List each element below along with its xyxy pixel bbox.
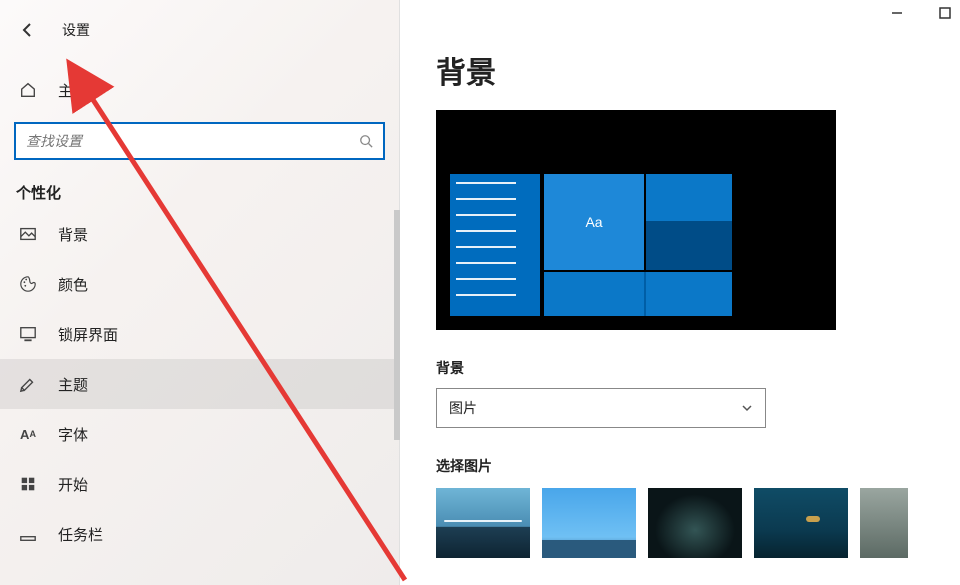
start-icon — [18, 474, 38, 494]
settings-window: 设置 主页 个性化 背景 颜色 — [0, 0, 960, 585]
dropdown-value: 图片 — [449, 398, 477, 418]
sidebar-item-themes[interactable]: 主题 — [0, 359, 399, 409]
sidebar-item-label: 主题 — [58, 374, 88, 395]
home-icon — [18, 80, 38, 100]
picture-thumbnails — [436, 488, 924, 558]
maximize-button[interactable] — [938, 6, 952, 20]
palette-icon — [18, 274, 38, 294]
preview-tile-sample: Aa — [544, 174, 644, 270]
preview-tile — [646, 174, 732, 270]
content-area: 背景 Aa 背景 图片 选择图片 — [400, 0, 960, 585]
sidebar-item-label: 颜色 — [58, 274, 88, 295]
minimize-icon — [890, 6, 904, 20]
sidebar-item-lockscreen[interactable]: 锁屏界面 — [0, 309, 399, 359]
minimize-button[interactable] — [890, 6, 904, 20]
arrow-left-icon — [20, 22, 36, 38]
choose-picture-label: 选择图片 — [436, 456, 924, 476]
desktop-preview: Aa — [436, 110, 836, 330]
font-icon: AA — [18, 424, 38, 444]
titlebar-controls — [890, 6, 952, 20]
picture-thumb[interactable] — [648, 488, 742, 558]
picture-thumb[interactable] — [754, 488, 848, 558]
image-icon — [18, 224, 38, 244]
sidebar-item-fonts[interactable]: AA 字体 — [0, 409, 399, 459]
background-label: 背景 — [436, 358, 924, 378]
picture-thumb[interactable] — [860, 488, 908, 558]
lockscreen-icon — [18, 324, 38, 344]
sidebar-item-start[interactable]: 开始 — [0, 459, 399, 509]
titlebar-left: 设置 — [0, 8, 399, 52]
sidebar-item-label: 开始 — [58, 474, 88, 495]
search-icon — [359, 134, 373, 148]
search-input[interactable] — [14, 122, 385, 160]
sidebar: 设置 主页 个性化 背景 颜色 — [0, 0, 400, 585]
sidebar-item-label: 背景 — [58, 224, 88, 245]
maximize-icon — [938, 6, 952, 20]
home-label: 主页 — [58, 80, 88, 101]
picture-thumb[interactable] — [436, 488, 530, 558]
search-field[interactable] — [26, 133, 359, 149]
page-title: 背景 — [436, 0, 924, 110]
sidebar-item-label: 字体 — [58, 424, 88, 445]
section-header: 个性化 — [0, 160, 399, 209]
background-type-dropdown[interactable]: 图片 — [436, 388, 766, 428]
sidebar-item-label: 锁屏界面 — [58, 324, 118, 345]
theme-icon — [18, 374, 38, 394]
preview-taskbar — [544, 272, 732, 316]
sidebar-item-taskbar[interactable]: 任务栏 — [0, 509, 399, 559]
taskbar-icon — [18, 524, 38, 544]
sidebar-item-colors[interactable]: 颜色 — [0, 259, 399, 309]
back-button[interactable] — [18, 20, 38, 40]
sidebar-item-label: 任务栏 — [58, 524, 103, 545]
sidebar-item-background[interactable]: 背景 — [0, 209, 399, 259]
preview-startmenu — [450, 174, 540, 316]
chevron-down-icon — [741, 402, 753, 414]
window-title: 设置 — [62, 20, 90, 40]
search-container — [14, 122, 385, 160]
sidebar-item-home[interactable]: 主页 — [0, 70, 399, 110]
picture-thumb[interactable] — [542, 488, 636, 558]
